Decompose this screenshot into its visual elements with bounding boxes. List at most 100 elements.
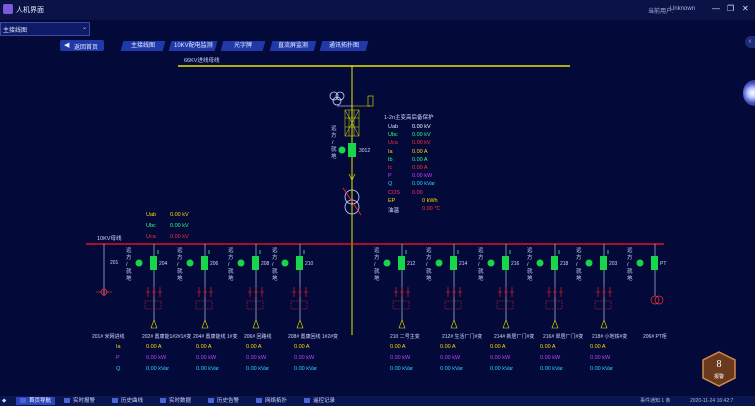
taskbar-item-label: 历史曲线	[121, 398, 144, 404]
feeder-bay: 203远方/就地218# 小地铁#变	[576, 244, 627, 340]
readout-row: Uab 0.00 kV	[384, 124, 474, 132]
arrester	[367, 95, 374, 107]
alarm-label: 报警	[713, 374, 724, 380]
taskbar-item-label: 实时数据	[169, 398, 192, 404]
remote-local-char: /	[426, 262, 428, 268]
meter-value: 0.00 kVar	[246, 366, 270, 372]
feeder-bay: 212 远方/就地 210 二号主变	[374, 244, 420, 340]
remote-local-char: 远	[627, 246, 633, 254]
svg-text:方: 方	[331, 131, 337, 139]
readout-key: EP	[388, 197, 396, 204]
feeder-label: 210 二号主变	[390, 333, 420, 340]
readout-key: COS	[388, 189, 400, 196]
feeder-status-led	[585, 259, 593, 267]
event-notice[interactable]: 事件通知 1 条	[640, 397, 671, 405]
feeder-status-led	[487, 259, 495, 267]
readout-key: Ia	[388, 148, 393, 155]
readout-key: Uab	[388, 124, 399, 130]
taskbar-item[interactable]: 首页导航	[16, 397, 56, 405]
taskbar-item[interactable]: 实时报警	[64, 397, 95, 405]
remote-local-char: /	[272, 262, 274, 268]
meter-value: 0.00 kVar	[294, 366, 318, 372]
remote-local-char: 方	[627, 253, 633, 261]
remote-local-char: 方	[478, 253, 484, 261]
taskbar-item-label: 实时报警	[73, 398, 96, 404]
feeder-label: 212# 生活厂门#变	[442, 333, 482, 340]
remote-local-char: 远	[228, 246, 234, 254]
feeder-label: 201# 米网进线	[92, 333, 125, 340]
remote-local-char: 方	[126, 253, 132, 261]
readout-value: 0.00 A	[412, 164, 428, 171]
remote-local-char: 地	[478, 274, 484, 282]
taskbar-item[interactable]: 网络拓扑	[256, 397, 287, 405]
meter-value: 0.00 kW	[196, 355, 217, 361]
meter-value: 0.00 A	[294, 344, 310, 350]
feeder-status-led	[135, 259, 143, 267]
readout-row: 油温 0.00 ℃	[384, 206, 474, 214]
single-line-diagram: 66KV进线母线 远 方 / 就 地 3012 10KV母线 201201# 米…	[86, 56, 667, 340]
bus-66kv-label: 66KV进线母线	[184, 56, 220, 64]
feeder-label: 206# 回路线	[244, 333, 272, 340]
remote-local-char: /	[177, 262, 179, 268]
feeder-breaker	[502, 256, 509, 270]
readout-value: 0.00 kV	[412, 140, 431, 147]
taskbar-item-label: 网络拓扑	[265, 398, 288, 404]
feeder-bay: 218远方/就地216# 翠居厂门#变	[527, 244, 583, 340]
feeder-breaker	[201, 256, 208, 270]
readout-row: EP 0 kWh	[384, 198, 474, 206]
remote-local-char: 远	[426, 246, 432, 254]
readout-key: Ubc	[146, 223, 156, 229]
remote-local-char: 方	[374, 253, 380, 261]
taskbar-item[interactable]: 遥控记录	[304, 397, 335, 405]
readout-value: 0.00 kV	[170, 234, 189, 240]
meter-value: 0.00 kVar	[390, 366, 414, 372]
feeder-label: 204# 置康能线 1#变	[193, 333, 237, 340]
remote-local-char: /	[527, 262, 529, 268]
readout-row: Ubc 0.00 kV	[146, 223, 206, 234]
taskbar-item[interactable]: 历史曲线	[112, 397, 143, 405]
window-icon	[160, 398, 166, 404]
remote-local-char: 就	[627, 267, 633, 275]
readout-value: 0.00 kV	[170, 223, 189, 229]
feeder-breaker	[296, 256, 303, 270]
feeder-status-led	[536, 259, 544, 267]
feeder-label: 208# 置康回线 1#2#变	[288, 333, 338, 340]
window-icon	[64, 398, 70, 404]
readout-key: Q	[388, 181, 393, 188]
remote-local-char: 地	[272, 274, 278, 282]
readout-value: 0.00 A	[412, 148, 428, 155]
meter-value: 0.00 kVar	[440, 366, 464, 372]
remote-local-char: 就	[177, 267, 183, 275]
start-icon[interactable]: ◆	[2, 397, 6, 405]
meter-key: Q	[116, 366, 121, 372]
remote-local-char: 就	[126, 267, 132, 275]
remote-local-char: 方	[426, 253, 432, 261]
readout-value: 0.00 ℃	[422, 205, 441, 212]
remote-local-char: 地	[228, 274, 234, 282]
remote-local-char: 地	[426, 274, 432, 282]
readout-row: Q 0.00 kVar	[384, 181, 474, 189]
feeder-breaker-label: 218	[560, 261, 569, 267]
readout-value: 0.00 kV	[170, 212, 189, 218]
remote-local-char: 就	[272, 267, 278, 275]
taskbar-item[interactable]: 历史告警	[208, 397, 239, 405]
remote-local-char: 就	[374, 267, 380, 275]
remote-local-char: 远	[126, 246, 132, 254]
taskbar-item-label: 遥控记录	[313, 398, 336, 404]
clock: 2020-11-24 16:42:7	[690, 398, 734, 404]
remote-local-char: 就	[478, 267, 484, 275]
alarm-badge[interactable]: 8 报警	[702, 351, 736, 387]
taskbar-item-label: 历史告警	[217, 398, 240, 404]
remote-local-char: /	[374, 262, 376, 268]
transformer-title: 1-2n主变高后备保护	[384, 115, 434, 121]
taskbar-item[interactable]: 实时数据	[160, 397, 191, 405]
feeder-status-led	[435, 259, 443, 267]
remote-local-char: 地	[527, 274, 533, 282]
meter-value: 0.00 kW	[490, 355, 511, 361]
feeder-status-led	[636, 259, 644, 267]
transformer-readout: 1-2n主变高后备保护 Uab 0.00 kV Ubc 0.00 kV Uca 0.00 …	[384, 113, 474, 214]
readout-key: P	[388, 173, 392, 180]
readout-key: Ib	[388, 156, 393, 163]
meter-value: 0.00 kVar	[590, 366, 614, 372]
meter-value: 0.00 kW	[590, 355, 611, 361]
